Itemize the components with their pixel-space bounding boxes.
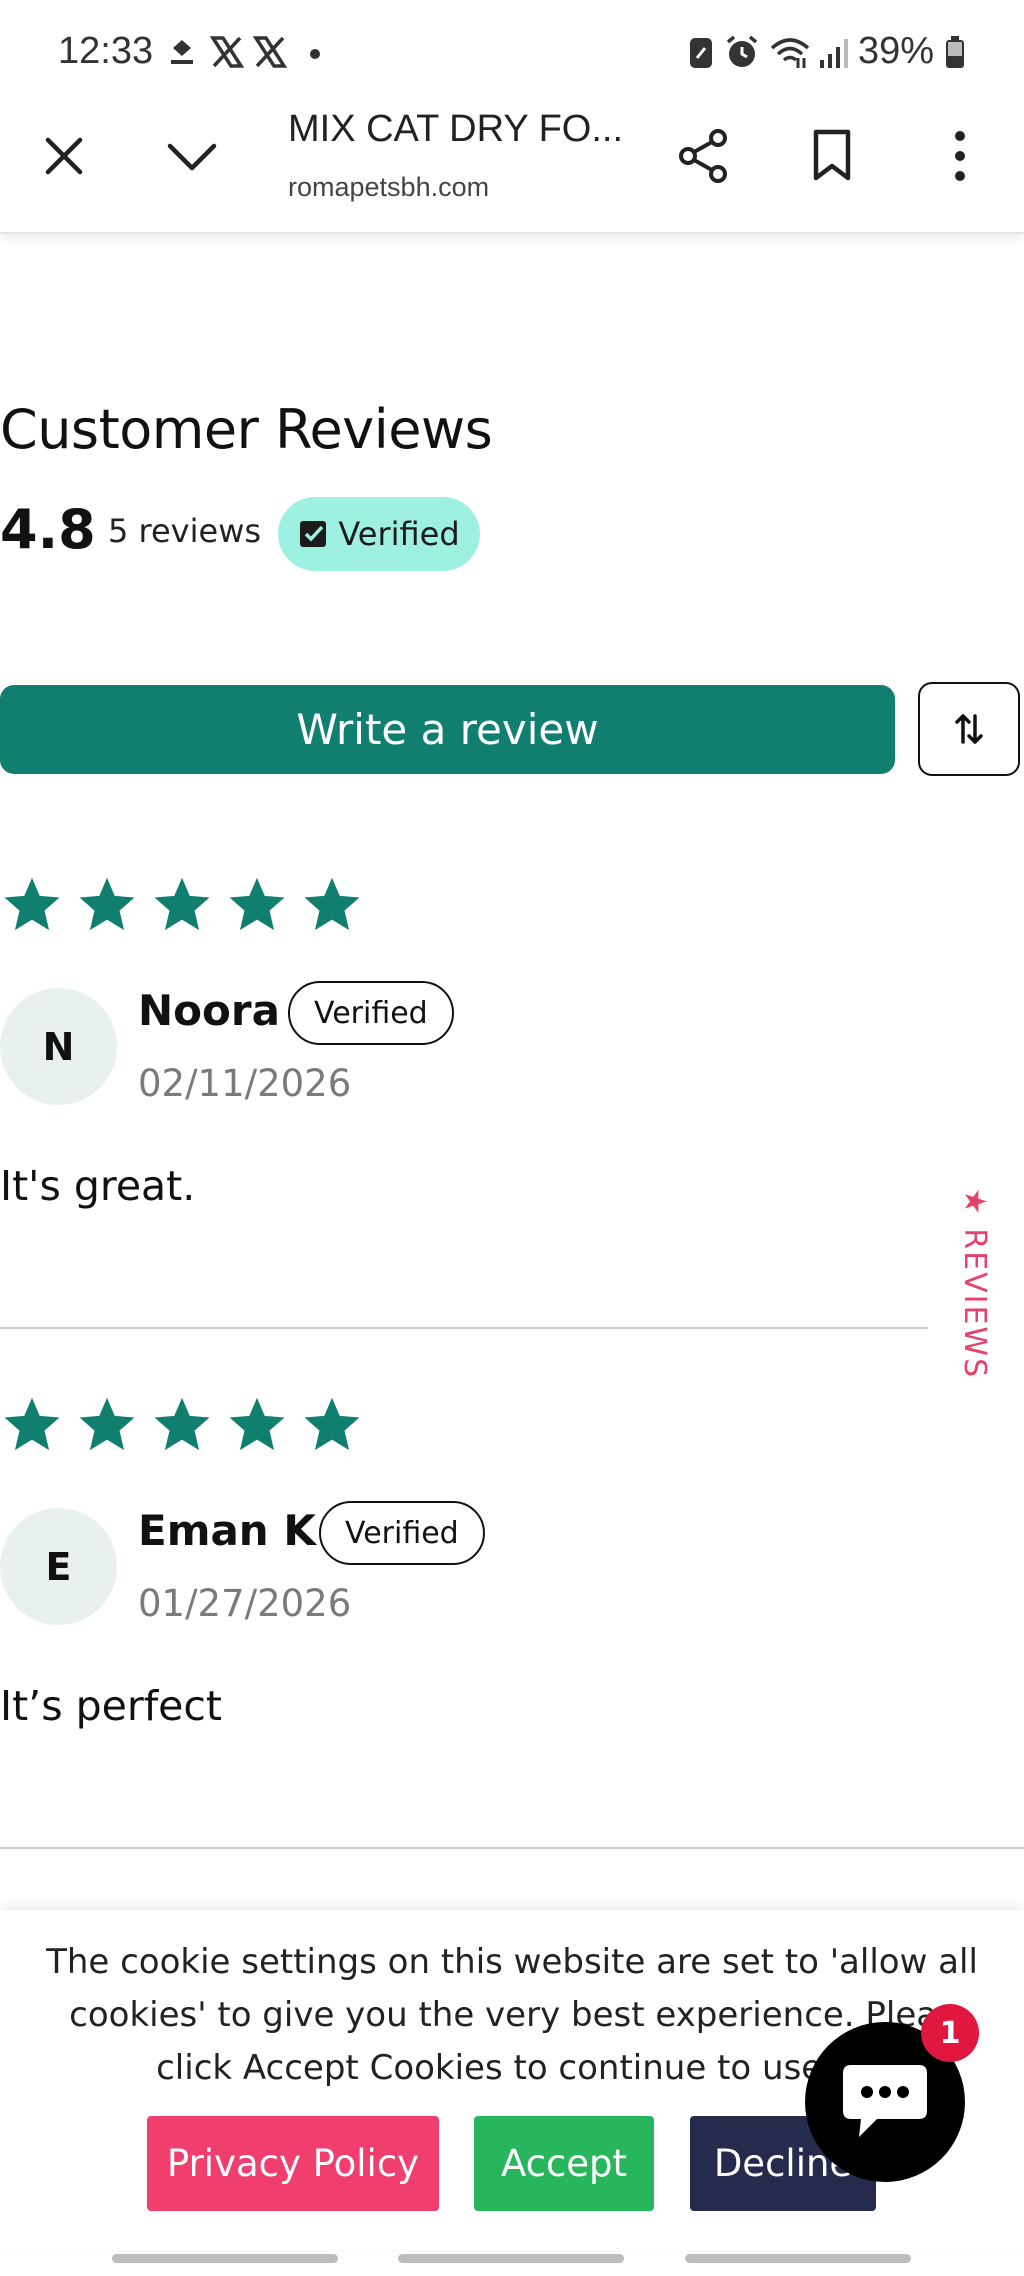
privacy-policy-button[interactable]: Privacy Policy: [147, 2116, 439, 2211]
star-icon: [79, 877, 135, 931]
reviews-side-tab[interactable]: ★ REVIEWS: [952, 1187, 998, 1379]
review-date: 01/27/2026: [138, 1582, 352, 1625]
star-icon: [4, 1397, 60, 1451]
verified-label: Verified: [338, 515, 460, 553]
star-icon: [79, 1397, 135, 1451]
page-title: MIX CAT DRY FO...: [288, 108, 624, 150]
star-icon: [4, 877, 60, 931]
share-icon: [679, 129, 727, 183]
verified-badge: Verified: [288, 981, 454, 1045]
minimize-button[interactable]: [156, 120, 228, 192]
signal-icon: [818, 34, 848, 70]
reviewer-name: Noora: [138, 986, 280, 1035]
more-vert-icon: [955, 131, 965, 181]
x-icon: [209, 34, 245, 70]
sort-icon: [955, 714, 983, 744]
chevron-down-icon: [167, 143, 217, 171]
close-icon: [45, 137, 83, 175]
review-divider: [0, 1847, 1024, 1849]
verified-badge: Verified: [319, 1501, 485, 1565]
star-icon: [229, 877, 285, 931]
star-icon: [304, 1397, 360, 1451]
x-icon: [252, 34, 288, 70]
page-domain: romapetsbh.com: [288, 172, 490, 202]
battery-saver-icon: [688, 34, 714, 70]
star-icon: [304, 877, 360, 931]
review-stars: [0, 873, 364, 937]
nav-handle: [112, 2254, 338, 2263]
nav-handle: [398, 2254, 624, 2263]
reviews-side-tab-label: ★ REVIEWS: [957, 1187, 993, 1379]
bookmark-icon: [813, 129, 851, 181]
efc-pay-icon: [167, 34, 197, 70]
verified-pill: Verified: [278, 497, 480, 571]
average-rating: 4.8: [0, 498, 96, 561]
cookie-message-line: The cookie settings on this website are …: [46, 1942, 978, 1982]
more-options-button[interactable]: [924, 120, 996, 192]
wifi-icon: [768, 34, 812, 70]
review-body: It's great.: [0, 1162, 196, 1210]
review-divider: [0, 1327, 928, 1329]
review-stars: [0, 1393, 364, 1457]
alarm-icon: [725, 34, 759, 70]
star-icon: [154, 877, 210, 931]
star-icon: [229, 1397, 285, 1451]
accept-cookies-button[interactable]: Accept: [474, 2116, 654, 2211]
nav-handle: [685, 2254, 911, 2263]
share-button[interactable]: [668, 120, 740, 192]
avatar: E: [0, 1508, 117, 1625]
status-time: 12:33: [58, 30, 154, 72]
status-bar: 12:33 39%: [0, 0, 1024, 100]
chat-bubble-icon: [843, 2065, 927, 2137]
review-count: 5 reviews: [108, 512, 262, 550]
write-review-button[interactable]: Write a review: [0, 685, 895, 774]
star-icon: [154, 1397, 210, 1451]
chat-notification-badge: 1: [921, 2004, 979, 2062]
close-button[interactable]: [28, 120, 100, 192]
verified-check-icon: [300, 521, 327, 547]
battery-icon: [944, 34, 966, 70]
avatar: N: [0, 988, 117, 1105]
reviews-heading: Customer Reviews: [0, 398, 493, 461]
bookmark-button[interactable]: [796, 120, 868, 192]
review-date: 02/11/2026: [138, 1062, 352, 1105]
review-body: It’s perfect: [0, 1682, 222, 1730]
sort-button[interactable]: [918, 682, 1020, 776]
battery-percentage: 39%: [858, 30, 935, 72]
reviewer-name: Eman K: [138, 1506, 316, 1555]
dot-icon: [308, 34, 322, 70]
